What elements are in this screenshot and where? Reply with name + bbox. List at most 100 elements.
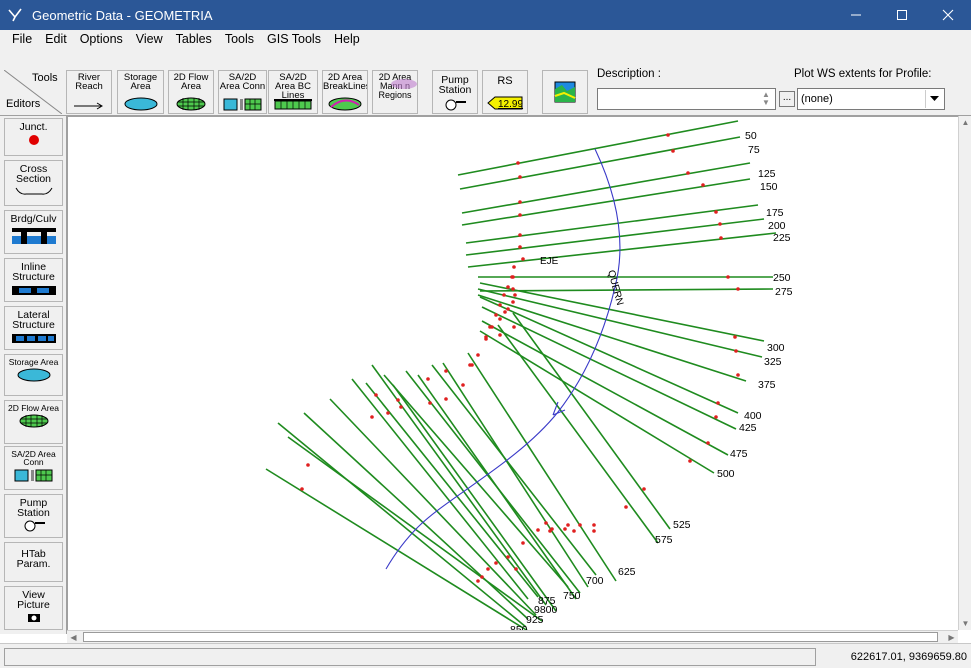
close-button[interactable] (925, 0, 971, 30)
menu-options[interactable]: Options (74, 32, 130, 46)
cross-section-line-unlabeled[interactable] (431, 364, 597, 576)
cross-section-line-150[interactable] (461, 178, 751, 226)
storage-area-editor-button[interactable]: Storage Area (4, 354, 63, 396)
cross-section-label-325: 325 (764, 356, 782, 368)
cross-section-label-525: 525 (673, 519, 691, 531)
rs-button[interactable]: RS 12.99 (482, 70, 528, 114)
bank-station-point-700-right (572, 529, 576, 533)
pump-station-editor-button[interactable]: Pump Station (4, 494, 63, 538)
river-centerline[interactable] (385, 148, 621, 570)
storage-area-icon (124, 97, 157, 111)
vertical-scrollbar[interactable]: ▲ ▼ (958, 116, 971, 630)
bank-station-point-325-right (734, 349, 738, 353)
cross-section-line-275[interactable] (479, 288, 774, 292)
cross-section-line-525[interactable] (512, 312, 671, 530)
bank-station-point-925-left (306, 463, 310, 467)
bank-station-point (476, 579, 480, 583)
menu-tools[interactable]: Tools (219, 32, 261, 46)
cross-section-line-575[interactable] (497, 324, 659, 544)
editors-sidebar: Junct. Cross Section Brdg/Culv Inline St… (0, 116, 67, 634)
cross-section-label-475: 475 (730, 448, 748, 460)
cross-section-label-150: 150 (760, 181, 778, 193)
inline-structure-button[interactable]: Inline Structure (4, 258, 63, 302)
bank-station-point-300-left (513, 293, 517, 297)
bank-station-point-150-left (518, 213, 522, 217)
menu-view[interactable]: View (130, 32, 170, 46)
description-input[interactable] (597, 88, 776, 110)
cross-section-label-275: 275 (775, 286, 793, 298)
cross-section-line-625[interactable] (467, 352, 617, 582)
menu-tables[interactable]: Tables (170, 32, 219, 46)
profile-select-value: (none) (801, 93, 833, 105)
bank-station-point-375-right (736, 373, 740, 377)
bank-station-point (510, 275, 514, 279)
bank-station-point-625-right (592, 529, 596, 533)
maximize-icon (897, 10, 907, 20)
minimize-button[interactable] (833, 0, 879, 30)
cross-section-label-500: 500 (717, 468, 735, 480)
description-spinner[interactable]: ▲ ▼ (760, 91, 772, 107)
area-connection-icon (14, 469, 52, 482)
cross-section-line-125[interactable] (461, 162, 751, 214)
scroll-up-arrow-icon[interactable]: ▲ (959, 116, 971, 129)
profile-select[interactable]: (none) (797, 88, 945, 110)
cross-section-line-925[interactable] (287, 436, 543, 622)
cross-section-line-50[interactable] (457, 120, 739, 176)
scroll-down-arrow-icon[interactable]: ▼ (959, 617, 971, 630)
horizontal-scroll-thumb[interactable] (83, 632, 938, 642)
junction-button[interactable]: Junct. (4, 118, 63, 156)
bank-station-point (428, 401, 432, 405)
cross-section-line-unlabeled[interactable] (365, 382, 539, 598)
status-bar: 622617.01, 9369659.80 (0, 643, 971, 668)
menu-gis-tools[interactable]: GIS Tools (261, 32, 328, 46)
cross-section-line-475[interactable] (481, 320, 729, 456)
cross-section-line-unlabeled[interactable] (351, 378, 529, 600)
menu-edit[interactable]: Edit (39, 32, 74, 46)
river-reach-button[interactable]: River Reach (66, 70, 112, 114)
cross-section-line-unlabeled[interactable] (383, 374, 569, 588)
description-ellipsis-button[interactable]: ... (779, 91, 795, 107)
bank-station-point-375-left (506, 307, 510, 311)
bank-station-point (578, 523, 582, 527)
geometry-map-canvas[interactable]: 50 75 125 150 175 200 225 250 275 300 325 375 400 425… (67, 116, 958, 630)
2d-area-breaklines-button[interactable]: 2D Area BreakLines (322, 70, 368, 114)
cross-section-line-375[interactable] (477, 294, 747, 382)
menu-help[interactable]: Help (328, 32, 367, 46)
2d-flow-area-editor-button[interactable]: 2D Flow Area (4, 400, 63, 444)
cross-section-line-75[interactable] (459, 136, 741, 190)
cross-section-button[interactable]: Cross Section (4, 160, 63, 206)
bridge-culvert-button[interactable]: Brdg/Culv (4, 210, 63, 254)
pump-icon (445, 99, 466, 111)
view-picture-button[interactable]: View Picture (4, 586, 63, 630)
2d-area-mann-n-regions-button[interactable]: 2D Area Mann n Regions (372, 70, 418, 114)
sa-2d-area-conn-editor-button[interactable]: SA/2D Area Conn (4, 446, 63, 490)
bank-station-point-475-right (706, 441, 710, 445)
bank-station-point-500-right (688, 459, 692, 463)
cross-section-line-750[interactable] (417, 374, 577, 600)
cross-section-icon (15, 187, 52, 195)
menu-file[interactable]: File (6, 32, 39, 46)
bank-station-point-50-left (516, 161, 520, 165)
cross-section-line-425[interactable] (481, 306, 737, 430)
htab-param-button[interactable]: HTab Param. (4, 542, 63, 582)
bank-station-point-525-left (512, 325, 516, 329)
bank-station-point-875-left (374, 393, 378, 397)
lateral-structure-button[interactable]: Lateral Structure (4, 306, 63, 350)
hec-ras-app-icon[interactable] (0, 0, 30, 30)
storage-area-button[interactable]: Storage Area (117, 70, 164, 114)
2d-flow-area-button[interactable]: 2D Flow Area (168, 70, 214, 114)
minimize-icon (851, 14, 861, 16)
cross-section-line-700[interactable] (442, 362, 589, 588)
tools-editors-toggle[interactable]: Tools Editors (4, 70, 62, 114)
horizontal-scrollbar[interactable]: ◀ ▶ (67, 630, 958, 643)
sa-2d-area-conn-button[interactable]: SA/2D Area Conn (218, 70, 267, 114)
maximize-button[interactable] (879, 0, 925, 30)
sa-2d-area-bc-lines-button[interactable]: SA/2D Area BC Lines (268, 70, 318, 114)
bank-station-point (484, 337, 488, 341)
background-map-button[interactable] (542, 70, 588, 114)
pump-station-button[interactable]: Pump Station (432, 70, 478, 114)
lateral-structure-icon (11, 334, 56, 343)
cross-section-line-225[interactable] (467, 232, 777, 268)
2d-grid-icon (19, 414, 48, 428)
river-geometry-plot[interactable]: 50 75 125150 175200225 250 275 300 325 375 400425… (68, 117, 958, 630)
